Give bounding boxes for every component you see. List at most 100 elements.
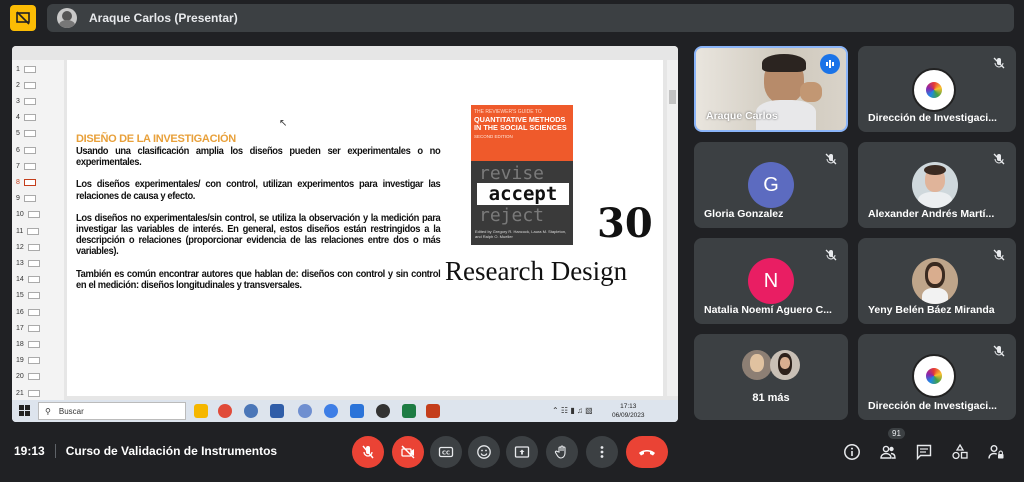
slide-thumbnail-number: 16 [16,308,24,316]
book-authors: Edited by Gregory R. Hancock, Laura M. S… [475,229,567,239]
institution-logo [912,354,956,398]
participant-tile[interactable]: Alexander Andrés Martí... [858,142,1016,228]
slide-paragraph: También es común encontrar autores que h… [76,268,441,291]
participant-tile[interactable]: G Gloria Gonzalez [694,142,848,228]
people-button[interactable] [878,442,898,462]
slide-thumbnail-number: 21 [16,389,24,397]
participant-name: Araque Carlos [706,110,778,122]
reactions-button[interactable] [468,436,500,468]
r-icon[interactable] [298,404,312,418]
slide-thumbnail[interactable]: 3 [16,94,60,108]
mic-off-icon [993,249,1005,261]
slide-paragraph: Los diseños no experimentales/sin contro… [76,212,441,258]
slide-thumbnail-preview [23,114,36,122]
current-slide: DISEÑO DE LA INVESTIGACIÓN Usando una cl… [67,60,663,396]
zoom-icon[interactable] [350,404,364,418]
participant-avatar [912,258,958,304]
slide-thumbnail[interactable]: 21 [16,386,60,400]
app-icon[interactable] [324,404,338,418]
leave-call-button[interactable] [626,436,668,468]
slide-thumbnail-preview [27,324,40,332]
slide-thumbnail-preview [27,211,40,219]
participant-avatar [912,162,958,208]
presentation-indicator-icon[interactable] [10,5,36,31]
slide-thumbnails-pane[interactable]: 1 2 3 4 5 6 7 8 9 10 11 12 13 14 15 16 17 18 19 20 21 [12,60,64,400]
participant-name: Natalia Noemí Aguero C... [704,304,832,316]
powerpoint-icon[interactable] [426,404,440,418]
slide-thumbnail[interactable]: 11 [16,224,60,238]
book-cover-image: THE REVIEWER'S GUIDE TO QUANTITATIVE MET… [471,105,573,245]
slide-thumbnail[interactable]: 12 [16,240,60,254]
slide-thumbnail[interactable]: 13 [16,256,60,270]
app-icon[interactable] [244,404,258,418]
slide-thumbnail-number: 19 [16,357,24,365]
slide-thumbnail[interactable]: 1 [16,62,60,76]
more-options-button[interactable] [586,436,618,468]
meeting-details-button[interactable] [842,442,862,462]
slide-thumbnail[interactable]: 14 [16,273,60,287]
activities-button[interactable] [950,442,970,462]
captions-button[interactable]: CC [430,436,462,468]
slide-thumbnail[interactable]: 6 [16,143,60,157]
slide-thumbnail[interactable]: 16 [16,305,60,319]
taskbar-search-input[interactable]: ⚲ Buscar [38,402,186,420]
raise-hand-button[interactable] [546,436,578,468]
emoji-icon [477,445,491,459]
slide-thumbnail[interactable]: 4 [16,111,60,125]
book-word-reject: reject [479,205,545,226]
book-title: QUANTITATIVE METHODS IN THE SOCIAL SCIEN… [474,115,567,132]
slide-thumbnail[interactable]: 20 [16,370,60,384]
slide-scrollbar[interactable] [667,60,678,396]
more-participants-tile[interactable]: 81 más [694,334,848,420]
slide-thumbnail-number: 15 [16,292,24,300]
slide-thumbnail-preview [23,81,36,89]
slide-thumbnail[interactable]: 17 [16,321,60,335]
slide-thumbnail-preview [27,259,40,267]
network-icon[interactable] [270,404,284,418]
speaking-indicator-icon [820,54,840,74]
slide-thumbnail-number: 9 [16,195,20,203]
taskbar-search-label: Buscar [58,406,84,416]
slide-thumbnail[interactable]: 5 [16,127,60,141]
slide-thumbnail[interactable]: 8 [16,175,60,189]
slide-thumbnail-preview [23,162,36,170]
slide-thumbnail-preview [23,130,36,138]
slide-thumbnail[interactable]: 7 [16,159,60,173]
slide-thumbnail-number: 6 [16,146,20,154]
shared-screen: 1 2 3 4 5 6 7 8 9 10 11 12 13 14 15 16 17 18 19 20 21 DISEÑO… [12,46,678,422]
camera-toggle-button[interactable] [392,436,424,468]
participant-tile[interactable]: Dirección de Investigaci... [858,334,1016,420]
taskbar-clock[interactable]: 17:13 06/09/2023 [612,402,645,420]
slide-thumbnail[interactable]: 10 [16,208,60,222]
slide-thumbnail[interactable]: 18 [16,337,60,351]
slide-thumbnail-preview [27,340,40,348]
present-screen-button[interactable] [506,436,538,468]
slide-thumbnail[interactable]: 2 [16,78,60,92]
camera-off-icon [401,445,415,459]
participant-tile[interactable]: Dirección de Investigaci... [858,46,1016,132]
slide-thumbnail-number: 14 [16,276,24,284]
participant-tile[interactable]: N Natalia Noemí Aguero C... [694,238,848,324]
slide-thumbnail[interactable]: 15 [16,289,60,303]
windows-start-icon[interactable] [19,405,30,416]
mic-toggle-button[interactable] [352,436,384,468]
slide-thumbnail-preview [27,373,40,381]
slide-thumbnail-number: 13 [16,259,24,267]
host-controls-button[interactable] [986,442,1006,462]
file-explorer-icon[interactable] [194,404,208,418]
participant-name: Yeny Belén Báez Miranda [868,304,995,316]
excel-icon[interactable] [402,404,416,418]
slide-thumbnail[interactable]: 19 [16,354,60,368]
system-tray-icons[interactable]: ⌃ ☷ ▮ ♫ ▧ [552,406,593,415]
slide-title: DISEÑO DE LA INVESTIGACIÓN [76,133,236,145]
participant-tile[interactable]: Araque Carlos [694,46,848,132]
presenter-banner[interactable]: Araque Carlos (Presentar) [47,4,1014,32]
slide-thumbnail-preview [27,357,40,365]
participant-tile[interactable]: Yeny Belén Báez Miranda [858,238,1016,324]
obs-icon[interactable] [376,404,390,418]
chat-icon [916,444,932,461]
slide-thumbnail-number: 8 [16,178,20,186]
chat-button[interactable] [914,442,934,462]
chrome-icon[interactable] [218,404,232,418]
slide-thumbnail[interactable]: 9 [16,192,60,206]
